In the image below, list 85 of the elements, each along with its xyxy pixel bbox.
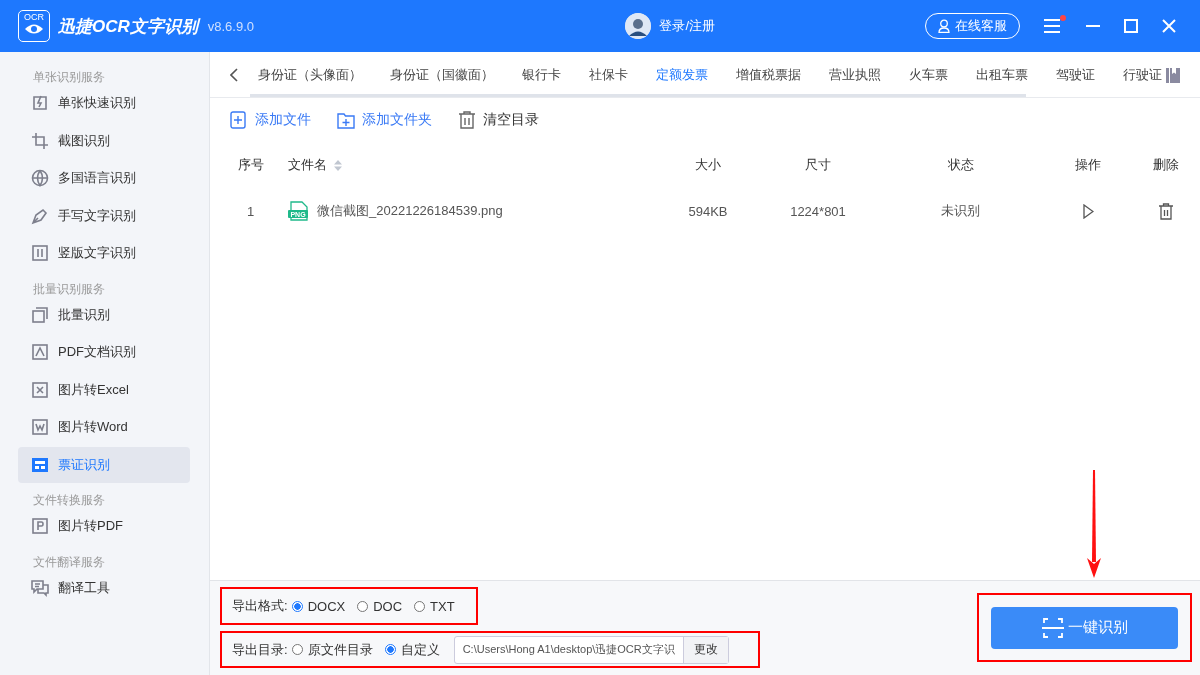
sidebar-item[interactable]: 翻译工具 (18, 569, 190, 606)
sidebar-item[interactable]: 图片转Excel (18, 371, 190, 408)
crop-icon (31, 131, 49, 150)
chat-bubbles-icon (31, 578, 49, 597)
add-folder-button[interactable]: 添加文件夹 (337, 111, 432, 129)
tab[interactable]: 行驶证 (1123, 52, 1162, 97)
radio-indicator[interactable] (384, 644, 396, 655)
play-icon[interactable] (1082, 203, 1094, 219)
pen-nib-icon (31, 206, 49, 225)
path-field[interactable]: C:\Users\Hong A1\desktop\迅捷OCR文字识 更改 (453, 635, 729, 664)
sidebar-item[interactable]: 单张快速识别 (18, 85, 190, 121)
close-icon[interactable] (1162, 19, 1176, 33)
excel-doc-icon (31, 380, 49, 399)
section-title: 文件转换服务 (32, 492, 106, 508)
chevron-left-icon[interactable] (230, 67, 238, 82)
radio-option[interactable]: DOC (357, 598, 403, 614)
change-button[interactable]: 更改 (682, 636, 728, 663)
globe-icon (31, 169, 49, 187)
tab-scrollbar[interactable] (250, 94, 1026, 97)
app-version: v8.6.9.0 (207, 18, 255, 34)
radio-indicator[interactable] (414, 600, 426, 612)
radio-option[interactable]: 自定义 (384, 640, 440, 659)
menu-icon[interactable] (1044, 19, 1060, 33)
book-stack-icon[interactable] (1166, 66, 1180, 83)
table-cell: 1224*801 (790, 203, 846, 219)
column-header: 尺寸 (805, 157, 831, 172)
tab[interactable]: 银行卡 (522, 52, 561, 97)
add-file-button[interactable]: 添加文件 (230, 111, 311, 129)
pdf-doc-icon (31, 343, 49, 361)
tab[interactable]: 身份证（国徽面） (390, 52, 494, 97)
radio-indicator[interactable] (291, 644, 303, 655)
field-label: 导出目录: (232, 640, 288, 659)
section-title: 批量识别服务 (32, 280, 106, 297)
lightning-doc-icon (31, 94, 49, 112)
radio-indicator[interactable] (357, 600, 369, 612)
plus-doc-icon (230, 111, 248, 129)
radio-option[interactable]: TXT (414, 598, 455, 614)
column-header: 文件名 (288, 156, 327, 174)
tab[interactable]: 社保卡 (589, 52, 628, 97)
section-title: 文件翻译服务 (32, 553, 106, 570)
table-cell: 1 (246, 203, 255, 219)
clear-button[interactable]: 清空目录 (458, 111, 539, 129)
tab[interactable]: 火车票 (909, 52, 948, 97)
ticket-icon (31, 455, 49, 474)
field-label: 导出格式: (232, 597, 288, 615)
tab[interactable]: 定额发票 (656, 52, 708, 97)
table-cell: 594KB (688, 203, 728, 219)
sidebar-item[interactable]: 竖版文字识别 (18, 235, 190, 271)
column-header: 状态 (947, 157, 974, 172)
trash-icon (458, 111, 476, 129)
sidebar-item[interactable]: 图片转Word (18, 409, 190, 445)
column-header: 大小 (695, 157, 721, 172)
sidebar-item[interactable]: 图片转PDF (18, 508, 190, 544)
avatar-icon[interactable] (625, 13, 652, 39)
sidebar-item[interactable]: 多国语言识别 (18, 160, 190, 196)
radio-indicator[interactable] (291, 600, 303, 612)
person-icon (938, 19, 950, 33)
sidebar-item[interactable]: 截图识别 (18, 122, 190, 159)
plus-folder-icon (337, 111, 355, 129)
tab[interactable]: 增值税票据 (736, 52, 801, 97)
sidebar-item[interactable]: 手写文字识别 (18, 197, 190, 234)
column-header: 序号 (237, 157, 264, 172)
status-text: 未识别 (941, 203, 980, 218)
sidebar-item[interactable]: PDF文档识别 (18, 334, 190, 370)
scan-frame-icon (1041, 616, 1065, 639)
trash-icon[interactable] (1157, 202, 1174, 220)
tab[interactable]: 出租车票 (976, 52, 1028, 97)
column-header: 删除 (1152, 157, 1179, 172)
tab[interactable]: 驾驶证 (1056, 52, 1095, 97)
vertical-text-icon (31, 244, 49, 262)
tab[interactable]: 营业执照 (829, 52, 881, 97)
radio-option[interactable]: 原文件目录 (291, 640, 373, 659)
file-name: 微信截图_20221226184539.png (317, 202, 503, 220)
maximize-icon[interactable] (1124, 19, 1138, 33)
pdf-file-icon (31, 517, 49, 535)
section-title: 单张识别服务 (32, 69, 106, 85)
sidebar-item[interactable]: 批量识别 (18, 296, 190, 333)
column-header: 操作 (1075, 157, 1101, 172)
eye-icon (24, 23, 44, 35)
logo-text: OCR (24, 12, 44, 23)
radio-option[interactable]: DOCX (291, 598, 346, 614)
word-doc-icon (31, 418, 49, 436)
stacked-pages-icon (31, 305, 49, 324)
login-link[interactable]: 登录/注册 (659, 17, 715, 35)
tab[interactable]: 身份证（头像面） (258, 52, 362, 97)
